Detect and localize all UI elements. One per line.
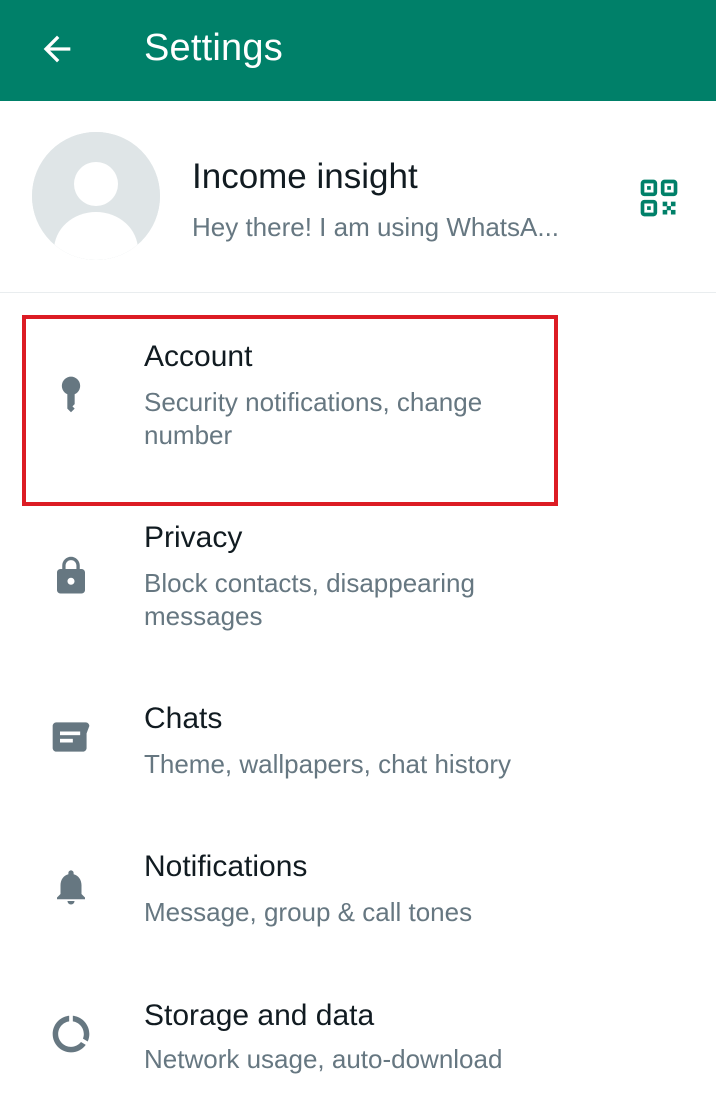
lock-icon (57, 556, 85, 594)
settings-item-title: Storage and data (144, 999, 375, 1032)
settings-item-privacy[interactable]: Privacy Block contacts, disappearing mes… (0, 511, 716, 661)
settings-item-subtitle: Security notifications, change number (144, 387, 483, 450)
page-title: Settings (144, 27, 283, 69)
settings-item-notifications[interactable]: Notifications Message, group & call tone… (0, 840, 716, 960)
settings-item-account[interactable]: Account Security notifications, change n… (0, 330, 716, 480)
profile-row[interactable]: Income insight Hey there! I am using Wha… (0, 101, 716, 293)
bell-icon (57, 870, 85, 905)
settings-item-storage[interactable]: Storage and data Network usage, auto-dow… (0, 989, 716, 1101)
chat-icon-wrap (46, 712, 96, 762)
lock-icon-wrap (46, 551, 96, 601)
back-button[interactable] (30, 22, 84, 76)
settings-item-chats[interactable]: Chats Theme, wallpapers, chat history (0, 692, 716, 812)
profile-status: Hey there! I am using WhatsA... (192, 212, 560, 242)
settings-item-subtitle: Message, group & call tones (144, 897, 473, 927)
settings-item-title: Notifications (144, 850, 308, 883)
settings-item-subtitle: Theme, wallpapers, chat history (144, 749, 512, 779)
key-icon-wrap (46, 370, 96, 420)
app-bar: Settings (0, 0, 716, 101)
storage-circle-icon (52, 1015, 90, 1053)
arrow-left-icon (43, 35, 71, 63)
storage-icon-wrap (46, 1009, 96, 1059)
settings-item-title: Chats (144, 702, 223, 735)
qr-code-icon (640, 179, 678, 217)
bell-icon-wrap (46, 862, 96, 912)
settings-item-title: Account (144, 340, 253, 373)
settings-item-subtitle: Block contacts, disappearing messages (144, 568, 475, 631)
qr-code-button[interactable] (632, 171, 686, 225)
default-avatar-icon (32, 132, 160, 260)
settings-item-subtitle: Network usage, auto-download (144, 1044, 503, 1074)
key-icon (61, 376, 81, 413)
profile-name: Income insight (192, 157, 418, 196)
avatar[interactable] (32, 132, 160, 260)
settings-item-title: Privacy (144, 521, 243, 554)
chat-icon (52, 722, 90, 752)
divider (0, 292, 716, 293)
